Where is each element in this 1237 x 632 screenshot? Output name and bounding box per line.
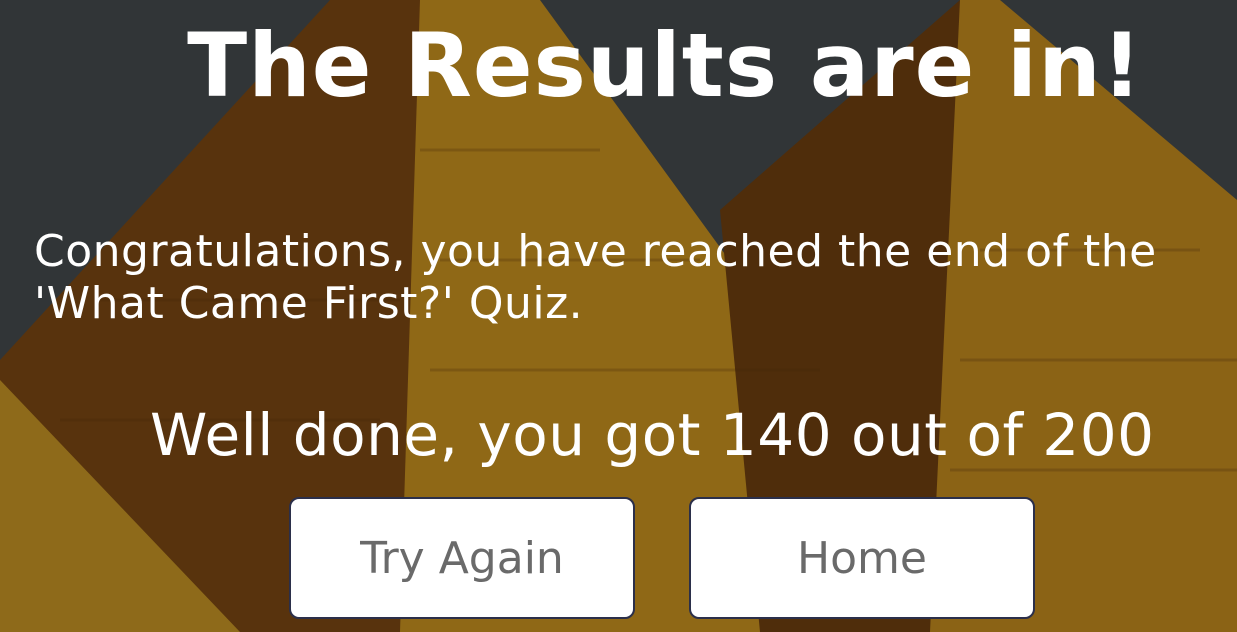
congratulations-message: Congratulations, you have reached the en… bbox=[34, 226, 1157, 329]
try-again-button[interactable]: Try Again bbox=[289, 497, 635, 619]
score-message: Well done, you got 140 out of 200 bbox=[150, 401, 1155, 469]
page-title: The Results are in! bbox=[187, 14, 1143, 117]
results-panel: The Results are in! Congratulations, you… bbox=[0, 0, 1237, 632]
home-button[interactable]: Home bbox=[689, 497, 1035, 619]
